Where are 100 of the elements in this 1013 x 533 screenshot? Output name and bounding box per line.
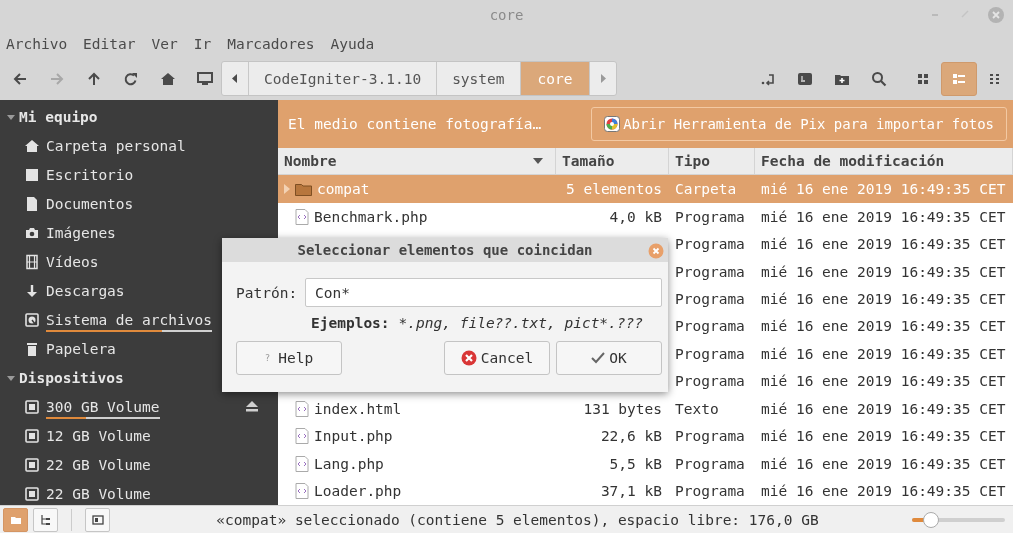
color-wheel-icon (604, 116, 621, 132)
table-cell-text: Programa (674, 236, 746, 253)
pattern-field[interactable]: Con* (305, 278, 662, 307)
pane-button[interactable] (33, 507, 58, 532)
file-icon (295, 208, 309, 225)
file-icon (295, 400, 309, 417)
table-cell-text: 5,5 kB (608, 455, 663, 472)
table-cell-text: 5 elementos (564, 181, 663, 198)
file-icon (295, 428, 309, 445)
file-row[interactable]: Input.php 22,6 kB Programa mié 16 ene 2019 16:49:35 CET (278, 422, 1013, 450)
document-icon (24, 195, 40, 212)
cancel-button[interactable]: Cancel (444, 341, 550, 375)
table-cell-text: mié 16 ene 2019 16:49:35 CET (760, 318, 1007, 335)
sidebar-item[interactable]: Vídeos (0, 247, 278, 276)
path-button[interactable]: system (437, 62, 521, 95)
examples-text: *.png, file??.txt, pict*.??? (398, 315, 643, 331)
section-header: Dispositivos (19, 369, 124, 386)
examples-label: Ejemplos: (311, 315, 390, 331)
pattern-label: Patrón: (236, 284, 298, 301)
table-cell-text: 37,1 kB (599, 483, 663, 500)
sidebar-item[interactable]: 22 GB Volume (0, 450, 278, 479)
table-cell-text: Programa (674, 345, 746, 362)
table-cell-text: mié 16 ene 2019 16:49:35 CET (760, 483, 1007, 500)
section-header: Mi equipo (19, 108, 98, 125)
menu-item[interactable]: Ver (151, 35, 178, 52)
sidebar-item[interactable]: Sistema de archivos (0, 305, 278, 334)
file-row[interactable]: Loader.php 37,1 kB Programa mié 16 ene 2019 16:49:35 CET (278, 477, 1013, 505)
file-name: compat (317, 181, 370, 198)
table-cell-text: mié 16 ene 2019 16:49:35 CET (760, 400, 1007, 417)
table-cell-text: mié 16 ene 2019 16:49:35 CET (760, 345, 1007, 362)
file-name: Input.php (314, 428, 393, 445)
path-button[interactable]: CodeIgniter-3.1.10 (249, 62, 438, 95)
file-row[interactable]: Lang.php 5,5 kB Programa mié 16 ene 2019 16:49:35 CET (278, 450, 1013, 478)
column-header[interactable]: Tipo (669, 148, 755, 175)
file-icon (295, 483, 309, 500)
cancel-icon (460, 350, 477, 366)
table-cell-text: Programa (674, 373, 746, 390)
sidebar-item[interactable]: 300 GB Volume (0, 392, 278, 421)
table-cell-text: Texto (674, 400, 720, 417)
sidebar-item[interactable]: Carpeta personal (0, 131, 278, 160)
pane-button[interactable] (85, 507, 110, 532)
column-header[interactable]: Tamaño (556, 148, 669, 175)
sidebar-item[interactable]: 22 GB Volume (0, 479, 278, 505)
window-title: core (489, 7, 524, 23)
menu-item[interactable]: Archivo (6, 35, 68, 52)
table-cell-text: mié 16 ene 2019 16:49:35 CET (760, 263, 1007, 280)
terminal-icon[interactable] (796, 70, 813, 87)
file-row[interactable]: Benchmark.php 4,0 kB Programa mié 16 ene 2019 16:49:35 CET (278, 202, 1013, 231)
film-icon (24, 253, 40, 270)
drive-icon (24, 311, 40, 328)
table-cell-text: Carpeta (674, 181, 738, 198)
trash-icon (24, 340, 40, 357)
table-cell-text: mié 16 ene 2019 16:49:35 CET (760, 291, 1007, 307)
status-text: «compat» seleccionado (contiene 5 elementos), espacio libre: 176,0 GB (215, 511, 820, 528)
table-cell-text: mié 16 ene 2019 16:49:35 CET (760, 373, 1007, 390)
table-cell-text: mié 16 ene 2019 16:49:35 CET (760, 181, 1007, 198)
ok-button[interactable]: OK (556, 341, 662, 375)
menu-item[interactable]: Marcadores (227, 35, 315, 52)
table-cell-text: Programa (674, 291, 746, 307)
menu-item[interactable]: Ir (193, 35, 212, 52)
search-icon[interactable] (870, 70, 887, 87)
column-header[interactable]: Fecha de modificación (755, 148, 1013, 175)
file-name: Loader.php (314, 483, 402, 500)
eject-icon[interactable] (245, 400, 259, 413)
menu-item[interactable]: Ayuda (330, 35, 375, 52)
table-cell-text: 131 bytes (582, 400, 663, 417)
sidebar-item[interactable]: Imágenes (0, 218, 278, 247)
table-cell-text: Programa (674, 263, 746, 280)
table-cell-text: Programa (674, 318, 746, 335)
check-icon (591, 351, 606, 365)
info-message: El medio contiene fotografía… (288, 116, 542, 132)
sidebar-toggle-icon (91, 513, 104, 526)
table-cell-text: Programa (674, 208, 746, 225)
table-cell-text: mié 16 ene 2019 16:49:35 CET (760, 236, 1007, 253)
tree-icon (39, 513, 52, 526)
menu-item[interactable]: Editar (83, 35, 136, 52)
table-cell-text: mié 16 ene 2019 16:49:35 CET (760, 455, 1007, 472)
table-cell-text: 4,0 kB (608, 208, 663, 225)
file-name: Benchmark.php (314, 208, 428, 225)
desktop-icon (24, 166, 40, 183)
file-name: Lang.php (314, 455, 384, 472)
slider-thumb[interactable] (922, 511, 939, 528)
table-cell-text: 22,6 kB (599, 428, 663, 445)
sidebar-item[interactable]: 12 GB Volume (0, 421, 278, 450)
column-header[interactable]: Nombre (278, 148, 556, 175)
zoom-slider[interactable] (912, 511, 1005, 528)
file-row[interactable]: index.html 131 bytes Texto mié 16 ene 2019 16:49:35 CET (278, 395, 1013, 423)
sidebar-item[interactable]: Escritorio (0, 160, 278, 189)
file-icon (295, 455, 309, 472)
home-icon (24, 137, 40, 154)
table-cell-text: mié 16 ene 2019 16:49:35 CET (760, 208, 1007, 225)
file-name: index.html (314, 400, 402, 417)
help-button[interactable]: ? Help (236, 341, 342, 375)
table-cell-text: mié 16 ene 2019 16:49:35 CET (760, 428, 1007, 445)
table-cell-text: Programa (674, 428, 746, 445)
sidebar-item[interactable]: Documentos (0, 189, 278, 218)
folder-icon (295, 182, 312, 197)
table-cell-text: Programa (674, 455, 746, 472)
dialog-title: Seleccionar elementos que coincidan (297, 242, 593, 258)
table-cell-text: Programa (674, 483, 746, 500)
